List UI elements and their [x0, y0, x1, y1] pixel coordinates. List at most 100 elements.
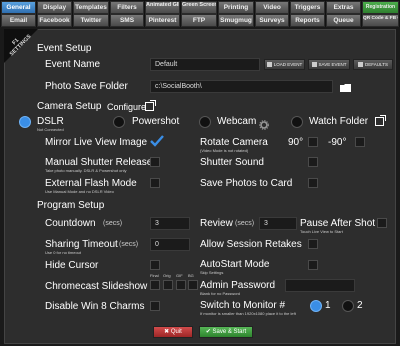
- disable-win8-checkbox[interactable]: [150, 301, 160, 311]
- tab-extras[interactable]: Extras: [326, 1, 361, 14]
- manual-shutter-label: Manual Shutter Release: [45, 157, 153, 168]
- tab-surveys[interactable]: Surveys: [255, 14, 289, 27]
- camera-setup-title: Camera Setup: [37, 101, 102, 112]
- chromecast-bg-checkbox[interactable]: [188, 280, 198, 290]
- rotate-minus90-label: -90°: [328, 137, 347, 148]
- watch-folder-radio[interactable]: [291, 116, 303, 128]
- rotate-label: Rotate Camera: [200, 137, 268, 148]
- chromecast-final-checkbox[interactable]: [150, 280, 160, 290]
- admin-password-sub: Blank for no Password: [200, 291, 241, 296]
- countdown-input[interactable]: 3: [150, 217, 190, 230]
- dslr-radio[interactable]: [19, 116, 31, 128]
- reset-icon: [358, 62, 364, 68]
- tab-smugmug[interactable]: Smugmug: [218, 14, 254, 27]
- switch-monitor-sub: If monitor is smaller than 1920x1080 pla…: [200, 311, 296, 316]
- tab-video[interactable]: Video: [255, 1, 289, 14]
- admin-password-input[interactable]: [285, 279, 355, 292]
- save-to-card-checkbox[interactable]: [308, 178, 318, 188]
- disable-win8-label: Disable Win 8 Charms: [45, 301, 145, 312]
- event-name-label: Event Name: [45, 59, 101, 70]
- allow-retakes-label: Allow Session Retakes: [200, 239, 302, 250]
- tab-green-screen[interactable]: Green Screen: [181, 1, 217, 14]
- photo-folder-label: Photo Save Folder: [45, 81, 128, 92]
- tab-twitter[interactable]: Twitter: [73, 14, 109, 27]
- pause-after-shot-checkbox[interactable]: [377, 218, 387, 228]
- shutter-sound-label: Shutter Sound: [200, 157, 264, 168]
- autostart-checkbox[interactable]: [308, 260, 318, 270]
- dslr-status: Not Connected: [37, 127, 64, 132]
- tab-display[interactable]: Display: [37, 1, 72, 14]
- defaults-button[interactable]: DEFAULTS: [353, 59, 393, 70]
- monitor-1-radio[interactable]: [310, 300, 322, 312]
- admin-password-label: Admin Password: [200, 280, 276, 291]
- manual-shutter-checkbox[interactable]: [150, 157, 160, 167]
- review-secs: (secs): [235, 220, 255, 227]
- tab-qr-code[interactable]: QR Code & FB Cloud: [362, 14, 399, 27]
- tab-queue[interactable]: Queue: [326, 14, 361, 27]
- tab-templates[interactable]: Templates: [73, 1, 109, 14]
- dslr-label: DSLR: [37, 116, 64, 127]
- tab-facebook[interactable]: Facebook: [37, 14, 72, 27]
- configure-external-icon[interactable]: [145, 100, 156, 111]
- chromecast-col-orig: Orig: [163, 273, 171, 278]
- shutter-sound-checkbox[interactable]: [308, 157, 318, 167]
- tab-general[interactable]: General: [1, 1, 36, 14]
- event-setup-title: Event Setup: [37, 43, 92, 54]
- mirror-checkbox[interactable]: [150, 134, 164, 147]
- external-flash-checkbox[interactable]: [150, 178, 160, 188]
- watch-folder-external-icon[interactable]: [375, 115, 386, 126]
- event-name-input[interactable]: Default: [150, 58, 260, 71]
- webcam-settings-icon[interactable]: [259, 117, 269, 130]
- rotate-sub: (Video Mode is not rotated): [200, 148, 249, 153]
- tab-sms[interactable]: SMS: [110, 14, 144, 27]
- tab-registration[interactable]: Registration: [362, 1, 399, 14]
- watch-folder-label: Watch Folder: [309, 116, 369, 127]
- pause-after-shot-label: Pause After Shot: [300, 218, 376, 229]
- rotate-90-checkbox[interactable]: [308, 137, 318, 147]
- check-icon: ✔: [205, 329, 213, 335]
- save-to-card-label: Save Photos to Card: [200, 178, 293, 189]
- configure-link[interactable]: Configure: [107, 102, 146, 112]
- powershot-label: Powershot: [132, 116, 180, 127]
- quit-button[interactable]: ✖ Quit: [153, 326, 193, 338]
- monitor-2-radio[interactable]: [342, 300, 354, 312]
- webcam-radio[interactable]: [199, 116, 211, 128]
- chromecast-label: Chromecast Slideshow: [45, 281, 148, 292]
- chromecast-orig-checkbox[interactable]: [163, 280, 173, 290]
- tab-reports[interactable]: Reports: [290, 14, 325, 27]
- tab-bar: General Display Templates Filters Animat…: [0, 0, 400, 27]
- rotate-minus90-checkbox[interactable]: [355, 137, 365, 147]
- load-icon: [266, 62, 272, 68]
- tab-ftp[interactable]: FTP: [181, 14, 217, 27]
- external-flash-label: External Flash Mode: [45, 178, 137, 189]
- settings-panel: F1 SETTINGS Event Setup Event Name Defaul…: [4, 29, 396, 344]
- load-event-button[interactable]: LOAD EVENT: [264, 59, 305, 70]
- tab-animated-gifs[interactable]: Animated GIFs: [145, 1, 180, 14]
- tab-filters[interactable]: Filters: [110, 1, 144, 14]
- folder-icon[interactable]: [340, 80, 352, 92]
- chromecast-col-bg: BG: [188, 273, 194, 278]
- tab-email[interactable]: Email: [1, 14, 36, 27]
- review-input[interactable]: 3: [259, 217, 297, 230]
- external-flash-sub: Use Manual Mode and no DSLR Video: [45, 189, 114, 194]
- tab-printing[interactable]: Printing: [218, 1, 254, 14]
- save-start-button[interactable]: ✔ Save & Start: [199, 326, 253, 338]
- sharing-timeout-input[interactable]: 0: [150, 238, 190, 251]
- tab-triggers[interactable]: Triggers: [290, 1, 325, 14]
- countdown-secs: (secs): [103, 220, 123, 227]
- tab-pinterest[interactable]: Pinterest: [145, 14, 180, 27]
- hide-cursor-checkbox[interactable]: [150, 260, 160, 270]
- chromecast-gif-checkbox[interactable]: [176, 280, 186, 290]
- review-label: Review: [200, 218, 233, 229]
- sharing-timeout-label: Sharing Timeout: [45, 239, 118, 250]
- countdown-label: Countdown: [45, 218, 96, 229]
- allow-retakes-checkbox[interactable]: [308, 239, 318, 249]
- webcam-label: Webcam: [217, 116, 257, 127]
- autostart-label: AutoStart Mode: [200, 259, 270, 270]
- save-event-button[interactable]: SAVE EVENT: [308, 59, 350, 70]
- powershot-radio[interactable]: [113, 116, 125, 128]
- hide-cursor-label: Hide Cursor: [45, 260, 99, 271]
- monitor-2-label: 2: [357, 300, 363, 311]
- photo-folder-input[interactable]: c:\SocialBooth\: [150, 80, 333, 93]
- switch-monitor-label: Switch to Monitor #: [200, 300, 286, 311]
